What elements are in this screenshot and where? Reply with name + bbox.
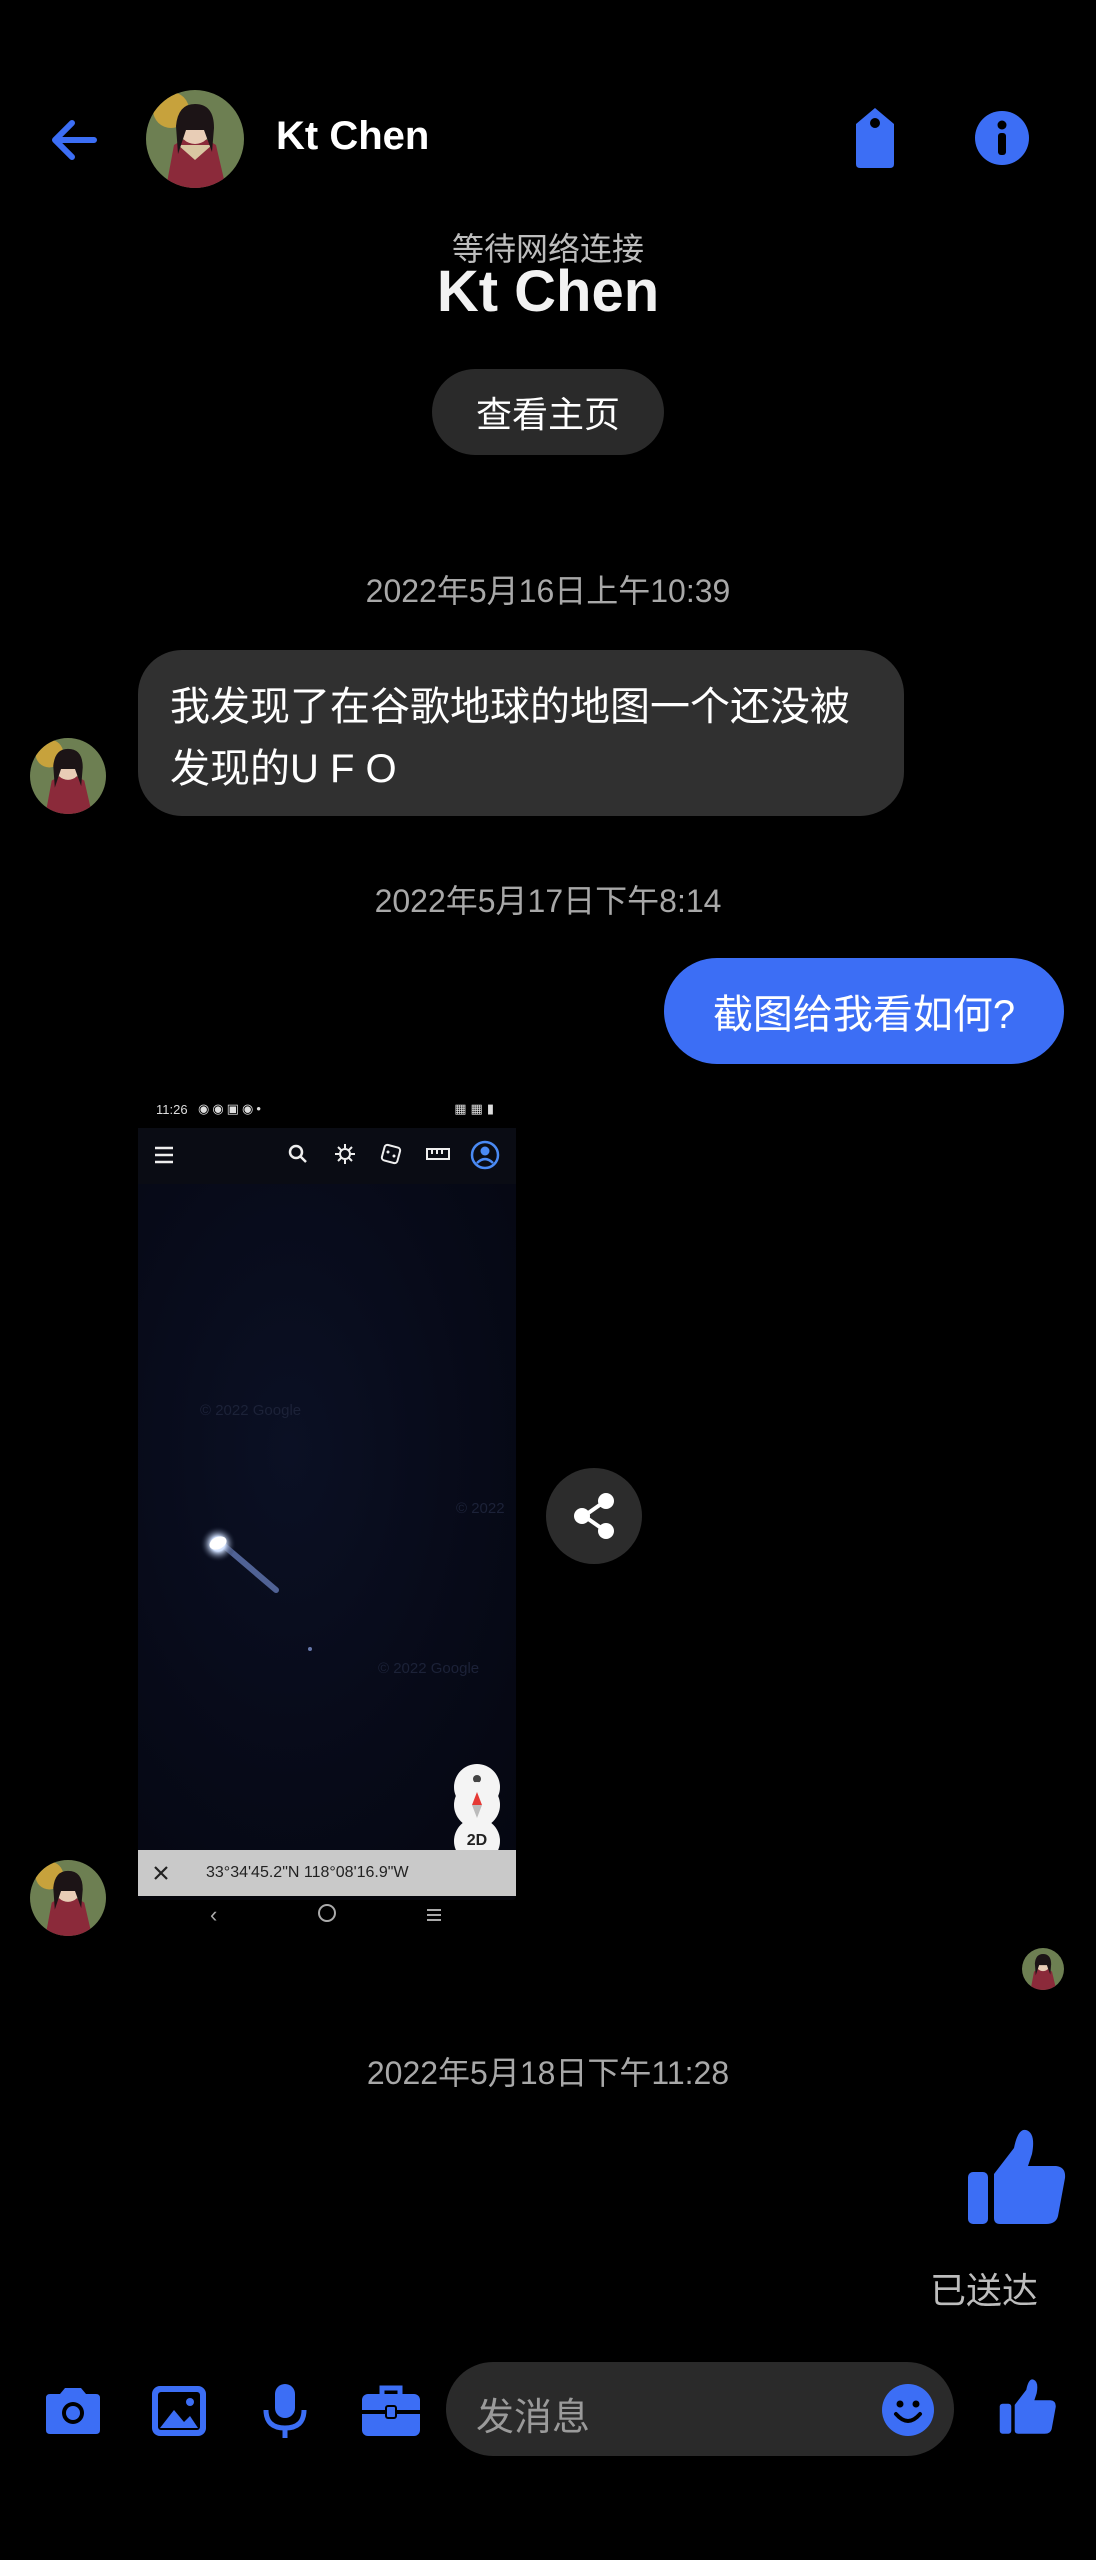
info-icon <box>975 111 1029 165</box>
delivery-status: 已送达 <box>930 2270 1039 2311</box>
gallery-icon <box>152 2386 206 2436</box>
read-receipt-avatar <box>1022 1948 1064 1990</box>
compass-button <box>454 1782 500 1828</box>
sent-like-sticker[interactable] <box>966 2124 1068 2228</box>
emoji-icon[interactable] <box>880 2382 936 2438</box>
gallery-button[interactable] <box>146 2378 212 2444</box>
avatar-image <box>30 738 106 814</box>
nav-home-icon <box>318 1904 336 1922</box>
screenshot-notification-icons: ◉◉▣◉• <box>198 1101 264 1116</box>
ruler-icon <box>426 1148 450 1160</box>
sender-avatar[interactable] <box>30 738 106 814</box>
screenshot-signal-icons: ▦▦▮ <box>454 1101 498 1116</box>
message-timestamp: 2022年5月18日下午11:28 <box>366 2055 730 2091</box>
tag-button[interactable] <box>848 106 902 170</box>
dice-icon <box>380 1143 402 1165</box>
message-input-placeholder: 发消息 <box>476 2397 591 2439</box>
view-profile-button[interactable]: 查看主页 <box>432 369 664 455</box>
apps-button[interactable] <box>358 2378 424 2444</box>
voice-message-button[interactable] <box>252 2378 318 2444</box>
briefcase-icon <box>362 2385 420 2436</box>
tag-icon <box>856 108 894 168</box>
contact-avatar[interactable] <box>146 90 244 188</box>
avatar-image <box>30 1860 106 1936</box>
ufo-object <box>200 1526 279 1593</box>
compass-icon <box>472 1792 482 1818</box>
screenshot-status-time: 11:26 <box>156 1102 188 1117</box>
incoming-message-bubble[interactable]: 我发现了在谷歌地球的地图一个还没被发现的U F O <box>138 650 904 816</box>
back-arrow-icon <box>52 120 97 160</box>
coordinates-text: 33°34'45.2"N 118°08'16.9"W <box>206 1864 409 1881</box>
screenshot-nav-bar: ‹ <box>138 1900 516 1934</box>
microphone-icon <box>263 2384 307 2438</box>
sender-avatar[interactable] <box>30 1860 106 1936</box>
camera-button[interactable] <box>40 2378 106 2444</box>
outgoing-message-bubble[interactable]: 截图给我看如何? <box>664 958 1064 1064</box>
account-icon <box>470 1140 500 1170</box>
thumbs-up-icon <box>968 2129 1066 2224</box>
shared-screenshot-image[interactable]: 11:26 ◉◉▣◉• ▦▦▮ © 2022 Google © 2022 © 2… <box>138 1092 516 1900</box>
back-button[interactable] <box>44 110 104 170</box>
avatar-image <box>1022 1948 1064 1990</box>
message-timestamp: 2022年5月16日上午10:39 <box>365 573 731 609</box>
send-like-button[interactable] <box>998 2376 1058 2436</box>
menu-icon <box>155 1146 173 1164</box>
voyager-icon <box>335 1144 355 1164</box>
map-watermark: © 2022 Google <box>378 1660 480 1677</box>
share-icon <box>574 1493 614 1539</box>
profile-name: Kt Chen <box>436 259 660 322</box>
close-icon <box>154 1866 168 1880</box>
map-speck <box>308 1647 312 1651</box>
info-button[interactable] <box>972 108 1032 168</box>
map-watermark: © 2022 <box>456 1500 505 1517</box>
header-contact-name[interactable]: Kt Chen <box>276 114 429 159</box>
nav-back-icon: ‹ <box>210 1902 218 1927</box>
search-icon <box>288 1144 307 1163</box>
like-icon <box>999 2379 1056 2434</box>
screenshot-coordinates-bar: 33°34'45.2"N 118°08'16.9"W <box>138 1850 516 1896</box>
map-watermark: © 2022 Google <box>200 1402 302 1419</box>
screenshot-toolbar <box>138 1128 516 1184</box>
camera-icon <box>46 2388 100 2434</box>
share-button[interactable] <box>546 1468 642 1564</box>
message-input[interactable]: 发消息 <box>446 2362 954 2456</box>
avatar-image <box>146 90 244 188</box>
screenshot-map-view: © 2022 Google © 2022 © 2022 Google 2D <box>138 1184 516 1864</box>
screenshot-status-bar: 11:26 ◉◉▣◉• ▦▦▮ <box>138 1092 516 1128</box>
message-timestamp: 2022年5月17日下午8:14 <box>374 883 722 919</box>
nav-menu-icon <box>427 1909 441 1921</box>
